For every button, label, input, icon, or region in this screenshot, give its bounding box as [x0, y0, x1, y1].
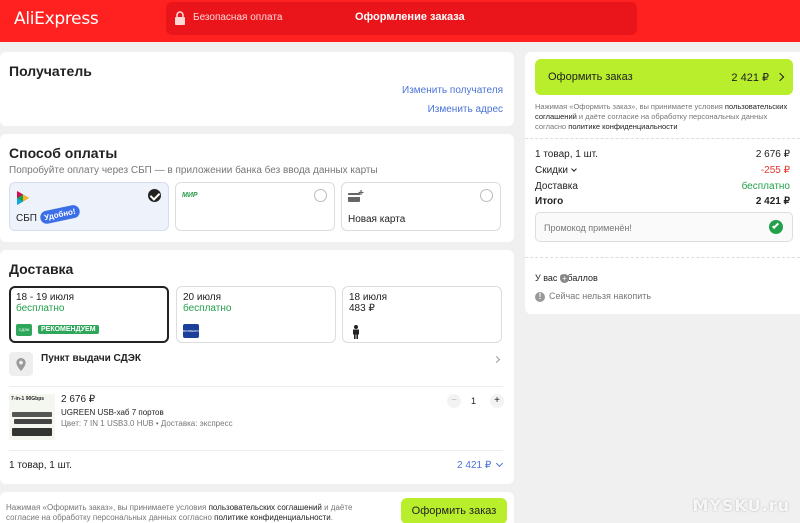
delivery-card: Доставка 18 - 19 июля бесплатно СДЭК РЕК… — [0, 250, 514, 484]
chevron-right-icon — [775, 72, 785, 82]
consent-text: Нажимая «Оформить заказ», вы принимаете … — [535, 102, 725, 111]
product-variant: Цвет: 7 IN 1 USB3.0 HUB • Доставка: эксп… — [61, 419, 233, 428]
summary-label: Скидки — [535, 165, 568, 176]
summary-label: Доставка — [535, 181, 578, 192]
divider — [9, 450, 503, 451]
place-order-button-bottom[interactable]: Оформить заказ — [401, 498, 507, 523]
chevron-right-icon — [492, 355, 501, 364]
divider — [525, 138, 800, 139]
product-price: 2 676 ₽ — [61, 394, 96, 405]
payment-option-sbp[interactable]: СБП Удобно! — [9, 182, 169, 231]
divider — [525, 257, 800, 258]
recommended-badge: РЕКОМЕНДУЕМ — [38, 325, 99, 334]
product-image-caption: 7-in-1 90Gbps — [11, 396, 45, 402]
summary-label: 1 товар, 1 шт. — [535, 149, 598, 160]
delivery-price: бесплатно — [16, 303, 65, 314]
delivery-option-courier[interactable]: 18 июля 483 ₽ — [342, 286, 502, 343]
product-image[interactable]: 7-in-1 90Gbps — [9, 394, 55, 440]
delivery-dates: 18 июля — [349, 292, 388, 303]
usb-hub-shape — [12, 428, 52, 436]
usb-hub-shape — [14, 419, 52, 424]
secure-payment-label: Безопасная оплата — [193, 12, 283, 23]
bottom-checkout-bar: Нажимая «Оформить заказ», вы принимаете … — [0, 492, 514, 523]
payment-option-sbp-radio[interactable] — [148, 189, 161, 202]
payment-hint: Попробуйте оплату через СБП — в приложен… — [9, 165, 378, 176]
payment-option-mir[interactable]: МИР — [175, 182, 335, 231]
add-card-icon — [348, 190, 364, 202]
payment-option-sbp-label: СБП — [16, 213, 37, 224]
place-order-button-total: 2 421 ₽ — [731, 72, 769, 84]
pickup-point-row[interactable]: Пункт выдачи СДЭК — [9, 350, 503, 378]
info-icon[interactable]: ! — [535, 292, 545, 302]
change-address-link[interactable]: Изменить адрес — [428, 104, 503, 115]
top-bar: AliExpress Безопасная оплата Оформление … — [0, 0, 800, 42]
change-recipient-link[interactable]: Изменить получателя — [402, 85, 503, 96]
delivery-option-cdek[interactable]: 18 - 19 июля бесплатно СДЭК РЕКОМЕНДУЕМ — [9, 286, 169, 343]
delivery-option-boxberry[interactable]: 20 июля бесплатно BOXBERRY — [176, 286, 336, 343]
pickup-point-label: Пункт выдачи СДЭК — [41, 353, 141, 364]
summary-value: бесплатно — [741, 181, 790, 192]
promo-code-field[interactable]: Промокод применён! — [535, 212, 793, 242]
watermark: MYSKU.ru — [692, 496, 790, 515]
sbp-logo-icon — [17, 191, 29, 205]
boxberry-logo: BOXBERRY — [183, 324, 199, 338]
page-title: Оформление заказа — [355, 11, 465, 23]
payment-title: Способ оплаты — [9, 145, 118, 161]
recipient-title: Получатель — [9, 63, 92, 79]
product-name[interactable]: UGREEN USB-хаб 7 портов — [61, 408, 164, 417]
aliexpress-logo[interactable]: AliExpress — [14, 9, 99, 29]
increase-qty-button[interactable]: + — [490, 394, 504, 408]
summary-value: 2 421 ₽ — [755, 196, 790, 207]
summary-label: Итого — [535, 196, 564, 207]
promo-code-status: Промокод применён! — [544, 223, 632, 233]
decrease-qty-button[interactable]: − — [447, 394, 461, 408]
order-summary-card: Оформить заказ 2 421 ₽ Нажимая «Оформить… — [525, 52, 800, 314]
payment-option-new-card[interactable]: Новая карта — [341, 182, 501, 231]
consent-text: . — [330, 513, 333, 522]
place-order-button-label: Оформить заказ — [548, 71, 633, 83]
lock-icon — [175, 11, 185, 25]
quantity-stepper: − 1 + — [447, 394, 505, 410]
mir-logo: МИР — [182, 192, 198, 199]
payment-card: Способ оплаты Попробуйте оплату через СБ… — [0, 134, 514, 242]
payment-option-mir-radio[interactable] — [314, 189, 327, 202]
usb-hub-shape — [12, 412, 52, 417]
delivery-price: 483 ₽ — [349, 303, 375, 314]
recipient-card: Получатель Изменить получателя Изменить … — [0, 52, 514, 126]
delivery-summary-count: 1 товар, 1 шт. — [9, 460, 72, 471]
privacy-policy-link[interactable]: политике конфиденциальности — [568, 122, 677, 131]
user-agreement-link[interactable]: пользовательских соглашений — [209, 503, 322, 512]
summary-value: -255 ₽ — [760, 165, 790, 176]
payment-option-new-card-radio[interactable] — [480, 189, 493, 202]
consent-text: Нажимая «Оформить заказ», вы принимаете … — [6, 503, 209, 512]
delivery-summary-total-value: 2 421 ₽ — [457, 460, 492, 471]
quantity-value[interactable]: 1 — [471, 396, 476, 406]
divider — [9, 386, 503, 387]
place-order-button[interactable]: Оформить заказ 2 421 ₽ — [535, 59, 793, 95]
sidebar-consent-text: Нажимая «Оформить заказ», вы принимаете … — [535, 102, 797, 132]
chevron-down-icon — [571, 166, 577, 172]
location-pin-icon — [16, 358, 26, 371]
points-note: Сейчас нельзя накопить — [549, 291, 652, 301]
points-plus-icon: + — [560, 274, 569, 283]
privacy-policy-link[interactable]: политике конфиденциальности — [214, 513, 331, 522]
check-circle-icon — [769, 220, 783, 234]
delivery-summary-total[interactable]: 2 421 ₽ — [457, 459, 504, 471]
secure-checkout-bar: Безопасная оплата Оформление заказа — [166, 2, 637, 35]
chevron-down-icon — [495, 459, 504, 468]
courier-icon — [353, 325, 359, 339]
delivery-dates: 20 июля — [183, 292, 222, 303]
delivery-price: бесплатно — [183, 303, 232, 314]
payment-option-new-card-label: Новая карта — [348, 214, 406, 225]
convenient-badge: Удобно! — [39, 204, 81, 225]
place-order-button-label: Оформить заказ — [411, 505, 497, 517]
discounts-toggle[interactable]: Скидки — [535, 165, 577, 176]
bottom-consent-text: Нажимая «Оформить заказ», вы принимаете … — [6, 503, 386, 523]
delivery-dates: 18 - 19 июля — [16, 292, 75, 303]
delivery-title: Доставка — [9, 261, 74, 277]
cdek-logo: СДЭК — [16, 324, 32, 336]
summary-value: 2 676 ₽ — [755, 149, 790, 160]
